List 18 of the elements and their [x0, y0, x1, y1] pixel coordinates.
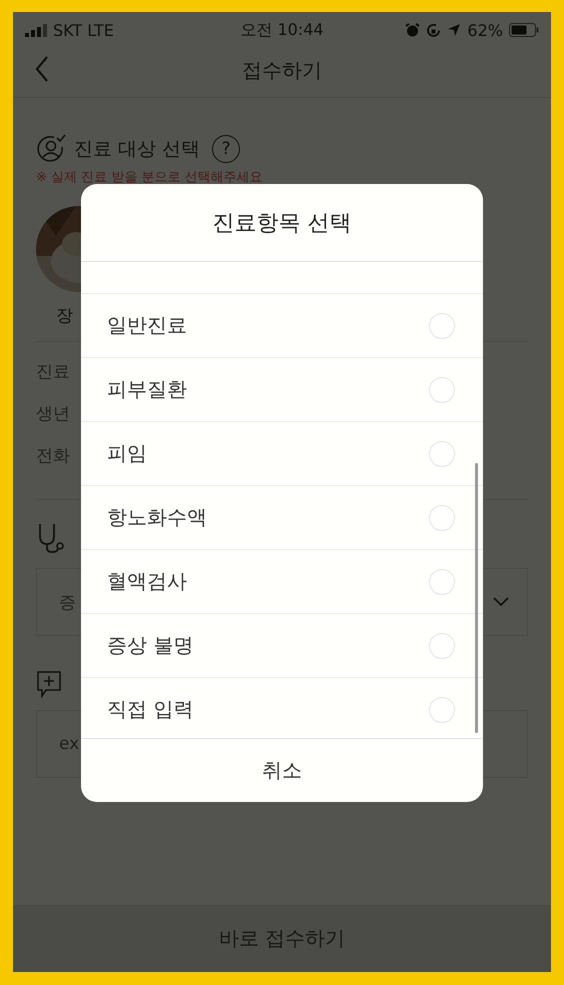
option-item[interactable]: 일반진료 — [81, 294, 483, 358]
radio-button[interactable] — [429, 376, 455, 402]
carrier-label: SKT LTE — [53, 20, 114, 40]
page-title: 접수하기 — [242, 57, 322, 84]
battery-percent: 62% — [467, 20, 503, 40]
radio-button[interactable] — [429, 504, 455, 530]
radio-button[interactable] — [429, 632, 455, 658]
notice-text: ※ 실제 진료 받을 분으로 선택해주세요 — [36, 169, 264, 186]
radio-button[interactable] — [429, 312, 455, 338]
dialog-title: 진료항목 선택 — [81, 184, 483, 262]
cancel-button[interactable]: 취소 — [81, 739, 483, 802]
clock-time: 오전 10:44 — [240, 20, 324, 40]
radio-button[interactable] — [429, 440, 455, 466]
radio-button[interactable] — [429, 568, 455, 594]
option-item[interactable]: 피부질환 — [81, 358, 483, 422]
radio-button[interactable] — [429, 696, 455, 722]
section-title: 진료 대상 선택 — [74, 137, 200, 162]
patient-name: 장 — [56, 305, 73, 327]
